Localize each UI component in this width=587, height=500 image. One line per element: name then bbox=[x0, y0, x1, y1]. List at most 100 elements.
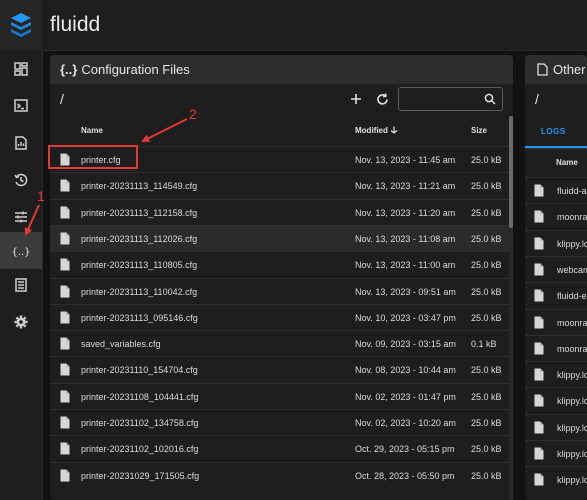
app-bar: fluidd bbox=[0, 0, 587, 51]
file-modified: Nov. 10, 2023 - 03:47 pm bbox=[355, 313, 456, 323]
file-name: printer-20231029_171505.cfg bbox=[81, 471, 200, 481]
file-name: printer-20231113_114549.cfg bbox=[81, 181, 198, 191]
nav-settings-gear-icon[interactable] bbox=[0, 303, 42, 340]
file-name: printer-20231113_110805.cfg bbox=[81, 260, 198, 270]
file-icon bbox=[60, 311, 70, 324]
column-modified-label: Modified bbox=[355, 126, 388, 135]
file-icon bbox=[534, 184, 544, 197]
tab-logs-label: LOGS bbox=[541, 127, 566, 136]
file-row[interactable]: printer-20231113_110805.cfg Nov. 13, 2023… bbox=[50, 251, 509, 278]
file-name: printer-20231108_104441.cfg bbox=[81, 392, 199, 402]
file-document-icon bbox=[537, 63, 548, 76]
file-row[interactable]: printer-20231110_154704.cfg Nov. 08, 2023… bbox=[50, 356, 509, 383]
file-size: 25.0 kB bbox=[471, 260, 502, 270]
other-path: / bbox=[535, 91, 539, 107]
config-braces-icon: {..} bbox=[60, 62, 78, 77]
other-file-name: klippy.lo bbox=[557, 239, 587, 249]
nav-history-icon[interactable] bbox=[0, 161, 42, 198]
file-modified: Nov. 13, 2023 - 11:45 am bbox=[355, 155, 456, 165]
file-icon bbox=[534, 342, 544, 355]
file-size: 25.0 kB bbox=[471, 471, 502, 481]
column-modified[interactable]: Modified bbox=[355, 126, 398, 135]
other-file-row[interactable]: moonra bbox=[525, 335, 587, 362]
file-icon bbox=[534, 421, 544, 434]
file-icon bbox=[534, 263, 544, 276]
other-file-name: klippy.lo bbox=[557, 370, 587, 380]
file-modified: Nov. 13, 2023 - 11:08 am bbox=[355, 234, 456, 244]
nav-system-icon[interactable] bbox=[0, 266, 42, 303]
nav-dashboard-icon[interactable] bbox=[0, 50, 42, 87]
file-modified: Oct. 28, 2023 - 05:50 pm bbox=[355, 471, 455, 481]
other-file-row[interactable]: klippy.lo bbox=[525, 440, 587, 467]
file-modified: Nov. 13, 2023 - 11:21 am bbox=[355, 181, 456, 191]
column-name[interactable]: Name bbox=[81, 126, 103, 135]
file-name: printer-20231113_110042.cfg bbox=[81, 287, 198, 297]
other-file-name: klippy.lo bbox=[557, 423, 587, 433]
file-icon bbox=[60, 179, 70, 192]
configuration-files-header: {..} Configuration Files bbox=[50, 55, 513, 84]
file-size: 25.0 kB bbox=[471, 418, 502, 428]
file-icon bbox=[60, 469, 70, 482]
other-file-row[interactable]: fluidd-a bbox=[525, 177, 587, 204]
sidebar: {..} bbox=[0, 50, 43, 500]
file-row[interactable]: printer-20231113_095146.cfg Nov. 10, 2023… bbox=[50, 304, 509, 331]
file-modified: Nov. 02, 2023 - 10:20 am bbox=[355, 418, 456, 428]
file-icon bbox=[60, 363, 70, 376]
other-column-name[interactable]: Name bbox=[556, 158, 578, 167]
file-row[interactable]: saved_variables.cfg Nov. 09, 2023 - 03:15… bbox=[50, 330, 509, 357]
other-file-row[interactable]: moonra bbox=[525, 309, 587, 336]
file-icon bbox=[60, 206, 70, 219]
file-name: printer-20231102_102016.cfg bbox=[81, 444, 199, 454]
file-row[interactable]: printer-20231113_110042.cfg Nov. 13, 2023… bbox=[50, 278, 509, 305]
file-modified: Nov. 13, 2023 - 09:51 am bbox=[355, 287, 456, 297]
nav-tune-icon[interactable] bbox=[0, 198, 42, 235]
other-file-row[interactable]: moonra bbox=[525, 203, 587, 230]
search-input[interactable] bbox=[403, 90, 477, 108]
file-row[interactable]: printer-20231113_112158.cfg Nov. 13, 2023… bbox=[50, 199, 509, 226]
file-icon bbox=[534, 316, 544, 329]
other-file-name: klippy.lo bbox=[557, 396, 587, 406]
file-modified: Nov. 08, 2023 - 10:44 am bbox=[355, 365, 456, 375]
other-file-row[interactable]: klippy.lo bbox=[525, 414, 587, 441]
refresh-icon[interactable] bbox=[371, 88, 393, 110]
file-icon bbox=[534, 237, 544, 250]
nav-jobs-icon[interactable] bbox=[0, 124, 42, 161]
file-row[interactable]: printer-20231102_102016.cfg Oct. 29, 2023… bbox=[50, 435, 509, 462]
other-file-name: klippy.lo bbox=[557, 475, 587, 485]
file-row[interactable]: printer-20231108_104441.cfg Nov. 02, 2023… bbox=[50, 383, 509, 410]
file-row[interactable]: printer-20231029_171505.cfg Oct. 28, 2023… bbox=[50, 462, 509, 489]
file-modified: Nov. 09, 2023 - 03:15 am bbox=[355, 339, 456, 349]
file-row[interactable]: printer-20231102_134758.cfg Nov. 02, 2023… bbox=[50, 409, 509, 436]
other-file-row[interactable]: klippy.lo bbox=[525, 387, 587, 414]
fluidd-logo-icon[interactable] bbox=[0, 0, 42, 50]
tab-logs[interactable]: LOGS bbox=[525, 116, 587, 148]
file-icon bbox=[60, 416, 70, 429]
file-size: 25.0 kB bbox=[471, 365, 502, 375]
file-size: 25.0 kB bbox=[471, 392, 502, 402]
other-file-row[interactable]: klippy.lo bbox=[525, 230, 587, 257]
file-size: 25.0 kB bbox=[471, 234, 502, 244]
file-row[interactable]: printer-20231113_114549.cfg Nov. 13, 2023… bbox=[50, 172, 509, 199]
other-file-row[interactable]: klippy.lo bbox=[525, 466, 587, 493]
svg-text:{..}: {..} bbox=[12, 247, 30, 257]
annotation-label-1: 1 bbox=[37, 188, 45, 204]
nav-console-icon[interactable] bbox=[0, 87, 42, 124]
nav-configuration-icon[interactable]: {..} bbox=[0, 232, 42, 269]
file-icon bbox=[534, 473, 544, 486]
other-file-name: fluidd-a bbox=[557, 186, 587, 196]
other-file-name: klippy.lo bbox=[557, 449, 587, 459]
sort-arrow-down-icon bbox=[390, 126, 398, 134]
other-file-row[interactable]: fluidd-e bbox=[525, 282, 587, 309]
file-name: printer-20231113_112026.cfg bbox=[81, 234, 198, 244]
file-icon bbox=[534, 368, 544, 381]
column-size[interactable]: Size bbox=[471, 126, 487, 135]
file-icon bbox=[534, 289, 544, 302]
config-path: / bbox=[60, 91, 64, 107]
other-file-row[interactable]: klippy.lo bbox=[525, 361, 587, 388]
add-file-icon[interactable] bbox=[345, 88, 367, 110]
file-icon bbox=[60, 258, 70, 271]
file-row[interactable]: printer-20231113_112026.cfg Nov. 13, 2023… bbox=[50, 225, 509, 252]
search-icon[interactable] bbox=[484, 92, 496, 110]
file-list-scrollbar-thumb[interactable] bbox=[509, 116, 513, 228]
other-file-row[interactable]: webcam bbox=[525, 256, 587, 283]
